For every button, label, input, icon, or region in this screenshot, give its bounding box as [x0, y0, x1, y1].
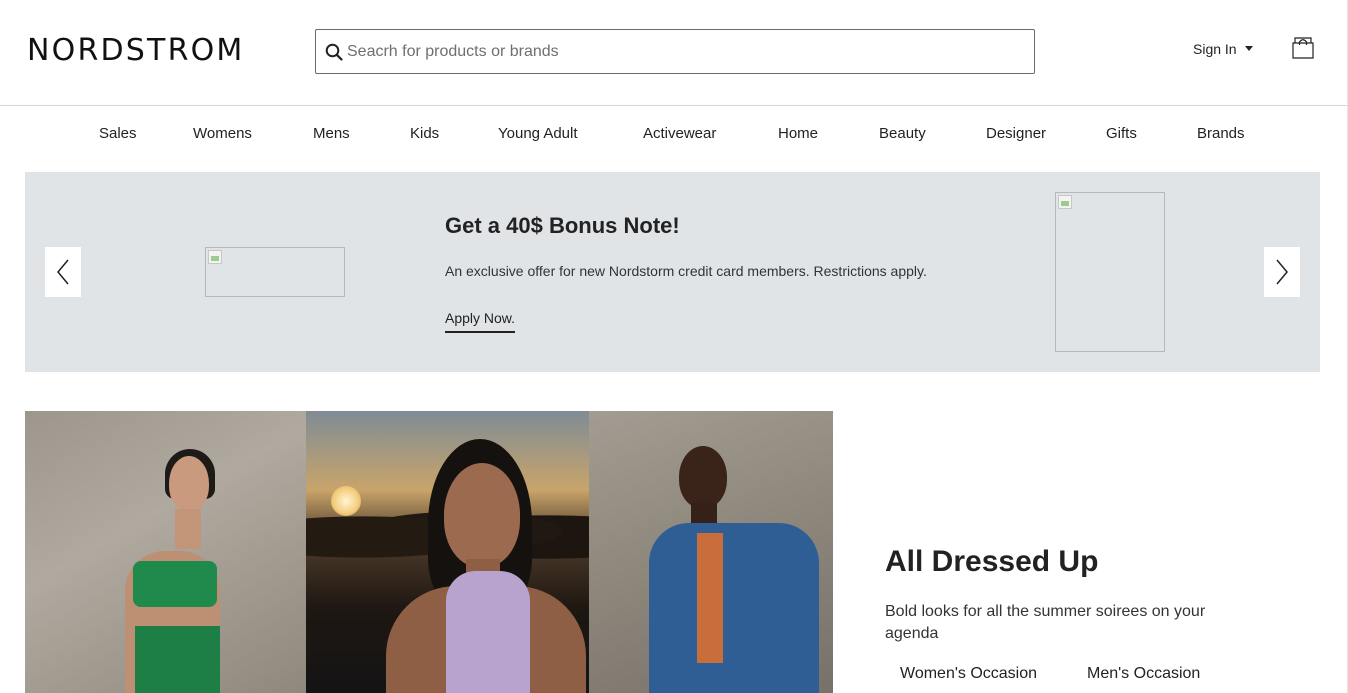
nav-item-activewear[interactable]: Activewear [643, 125, 716, 142]
sign-in-dropdown[interactable]: Sign In [1193, 41, 1253, 57]
nav-item-gifts[interactable]: Gifts [1106, 125, 1137, 142]
hero-panel-man-blue [589, 411, 833, 693]
feature-subtitle: Bold looks for all the summer soirees on… [885, 603, 1206, 642]
promo-image [1055, 192, 1165, 352]
nav-item-beauty[interactable]: Beauty [879, 125, 926, 142]
hero-panel-woman-green [25, 411, 306, 693]
nav-item-designer[interactable]: Designer [986, 125, 1046, 142]
carousel-next-button[interactable] [1264, 247, 1300, 297]
search-input[interactable] [347, 31, 1027, 72]
promo-title: Get a 40$ Bonus Note! [445, 213, 680, 238]
card-image [205, 247, 345, 297]
search-icon [325, 43, 343, 61]
nav-item-womens[interactable]: Womens [193, 125, 252, 142]
sign-in-label: Sign In [1193, 41, 1237, 57]
chevron-right-icon [1276, 259, 1288, 285]
promo-subtitle: An exclusive offer for new Nordstorm cre… [445, 263, 927, 279]
nav-item-brands[interactable]: Brands [1197, 125, 1245, 142]
nav-item-mens[interactable]: Mens [313, 125, 350, 142]
chevron-left-icon [57, 259, 69, 285]
broken-image-icon [208, 250, 222, 264]
site-header: NORDSTROM Sign In [0, 0, 1348, 106]
hero-panel-woman-lilac [306, 411, 589, 693]
promo-banner: Get a 40$ Bonus Note! An exclusive offer… [25, 172, 1320, 372]
caret-down-icon [1244, 45, 1253, 51]
nav-item-sales[interactable]: Sales [99, 125, 137, 142]
mens-occasion-link[interactable]: Men's Occasion [1087, 665, 1200, 683]
womens-occasion-link[interactable]: Women's Occasion [900, 665, 1037, 683]
carousel-prev-button[interactable] [45, 247, 81, 297]
hero-image[interactable] [25, 411, 833, 693]
nav-item-young-adult[interactable]: Young Adult [498, 125, 578, 142]
nav-item-home[interactable]: Home [778, 125, 818, 142]
nordstrom-logo[interactable]: NORDSTROM [27, 33, 245, 68]
category-nav: Sales Womens Mens Kids Young Adult Activ… [0, 106, 1348, 164]
apply-now-link[interactable]: Apply Now. [445, 310, 516, 333]
nav-item-kids[interactable]: Kids [410, 125, 439, 142]
search-bar[interactable] [315, 29, 1035, 74]
shopping-bag-icon[interactable] [1290, 34, 1316, 60]
broken-image-icon [1058, 195, 1072, 209]
feature-title: All Dressed Up [885, 545, 1099, 578]
